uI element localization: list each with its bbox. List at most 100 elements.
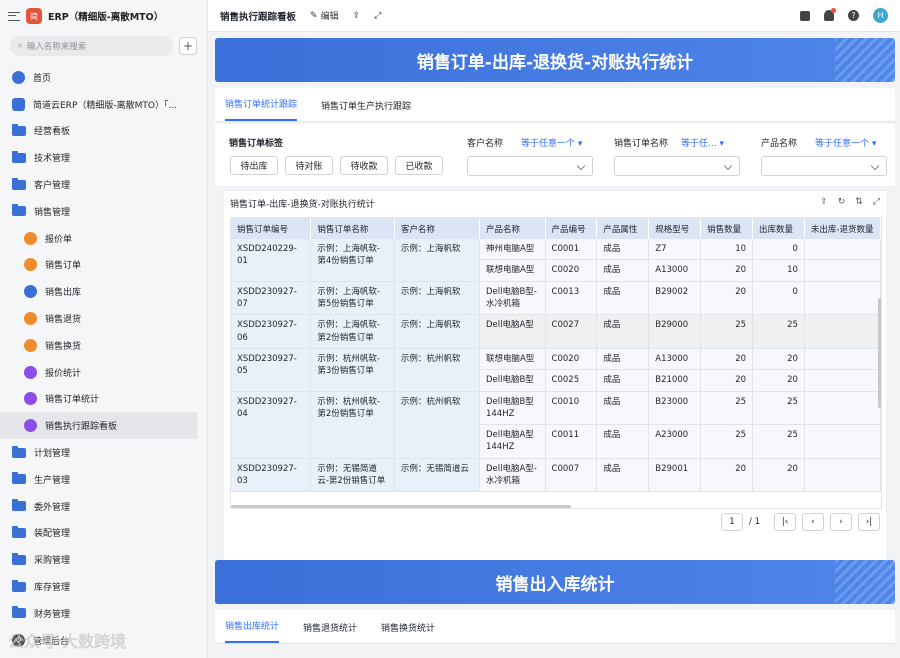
cell-attr: 成品 [596, 348, 650, 371]
page-input[interactable]: 1 [721, 513, 744, 531]
customer-filter-operator[interactable]: 等于任意一个 ▾ [521, 136, 582, 149]
app-title[interactable]: ERP（精细版-离散MTO） [48, 9, 163, 23]
sidebar-item[interactable]: 首页 [0, 64, 207, 91]
page-total: / 1 [749, 517, 760, 527]
table-row[interactable]: XSDD230927-04 示例：杭州帆软-第2份销售订单 示例：杭州帆软 Dell电… [231, 391, 881, 459]
table-row[interactable]: XSDD230927-05 示例：杭州帆软-第3份销售订单 示例：杭州帆软 联想电脑A… [231, 348, 881, 392]
cell-attr: 成品 [596, 281, 650, 316]
prev-page-button[interactable]: ‹ [802, 513, 824, 531]
product-filter-operator[interactable]: 等于任意一个 ▾ [815, 136, 876, 149]
sidebar-item[interactable]: 客户管理 [0, 171, 207, 198]
expand-icon[interactable]: ⤢ [873, 197, 880, 207]
cell-product: Dell电脑B型 144HZ [479, 391, 546, 426]
cell-code: XSDD230927-05 [231, 348, 312, 392]
cell-unshipped-return [804, 369, 881, 392]
avatar[interactable]: H [873, 8, 888, 23]
cell-out: 25 [752, 424, 805, 459]
tag-filter-button[interactable]: 已收款 [395, 156, 443, 175]
tab[interactable]: 销售退货统计 [303, 621, 357, 643]
tag-filter-button[interactable]: 待收款 [340, 156, 388, 175]
horizontal-scrollbar[interactable] [231, 505, 571, 508]
column-header[interactable]: 出库数量 [752, 218, 805, 239]
cell-qty: 20 [700, 369, 754, 392]
refresh-icon[interactable]: ↻ [838, 197, 846, 207]
column-header[interactable]: 产品名称 [479, 218, 546, 239]
app-switch-icon[interactable] [800, 10, 810, 21]
cell-attr: 成品 [596, 424, 650, 459]
sidebar-item[interactable]: 财务管理 [0, 600, 207, 627]
folder-icon [12, 150, 26, 163]
add-button[interactable]: + [179, 37, 197, 55]
sidebar-item[interactable]: 销售订单 [0, 252, 207, 279]
sidebar-item[interactable]: 销售退货 [0, 305, 207, 332]
column-header[interactable]: 销售订单编号 [231, 218, 312, 239]
sidebar-item[interactable]: 简道云ERP（精细版-离散MTO）「... [0, 91, 207, 118]
tabs-stock: 销售出库统计 销售退货统计 销售换货统计 [215, 610, 895, 644]
edit-button[interactable]: ✎ 编辑 [310, 9, 339, 23]
search-icon: ⌕ [18, 41, 23, 51]
sidebar-item[interactable]: 库存管理 [0, 573, 207, 600]
share-icon[interactable]: ⇪ [353, 11, 361, 21]
menu-icon[interactable] [8, 11, 20, 21]
column-header[interactable]: 未出库-退货数量 [804, 218, 881, 239]
cell-name: 示例：上海帆软-第5份销售订单 [310, 281, 395, 316]
sidebar-item[interactable]: 技术管理 [0, 144, 207, 171]
tab[interactable]: 销售出库统计 [225, 619, 280, 643]
sidebar-item[interactable]: 装配管理 [0, 520, 207, 547]
tab[interactable]: 销售订单统计跟踪 [225, 97, 298, 121]
main-content: 销售订单-出库-退换货-对账执行统计 销售订单统计跟踪 销售订单生产执行跟踪 销售… [208, 32, 900, 658]
cell-pcode: C0010 [545, 391, 598, 426]
cell-qty: 10 [700, 239, 754, 261]
folder-icon [12, 177, 26, 190]
export-icon[interactable]: ⇪ [820, 197, 828, 207]
tag-filter-button[interactable]: 待对账 [285, 156, 333, 175]
sidebar-item[interactable]: 销售管理 [0, 198, 207, 225]
chart-icon [24, 392, 37, 406]
column-header[interactable]: 产品编号 [545, 218, 598, 239]
sort-icon[interactable]: ⇅ [855, 197, 863, 207]
sidebar-item[interactable]: 经营看板 [0, 118, 207, 145]
sidebar-item[interactable]: 销售出库 [0, 278, 207, 305]
help-icon[interactable]: ? [848, 10, 859, 21]
vertical-scrollbar[interactable] [878, 298, 881, 408]
cell-pcode: C0027 [545, 314, 598, 349]
table-row[interactable]: XSDD230927-06 示例：上海帆软-第2份销售订单 示例：上海帆软 Dell电… [231, 314, 881, 349]
customer-filter-select[interactable] [467, 156, 593, 176]
section-banner-stock: 销售出入库统计 [215, 560, 895, 604]
sidebar-item[interactable]: 委外管理 [0, 493, 207, 520]
sidebar-item[interactable]: 计划管理 [0, 439, 207, 466]
sidebar-item[interactable]: 销售订单统计 [0, 386, 207, 413]
tag-filter-button[interactable]: 待出库 [230, 156, 278, 175]
table-row[interactable]: XSDD240229-01 示例：上海帆软-第4份销售订单 示例：上海帆软 神州电脑A… [231, 239, 881, 282]
sidebar-item[interactable]: 销售换货 [0, 332, 207, 359]
cell-spec: B29002 [648, 281, 702, 316]
table-row[interactable]: XSDD230927-03 示例：无锡简道云-第2份销售订单 示例：无锡简道云 Del… [231, 458, 881, 493]
order-filter-select[interactable] [614, 156, 740, 176]
sidebar-item[interactable]: 销售执行跟踪看板 [0, 412, 197, 440]
cell-customer: 示例：上海帆软 [394, 281, 480, 316]
order-filter-operator[interactable]: 等于任... ▾ [681, 136, 724, 149]
sidebar-item-label: 财务管理 [34, 609, 71, 620]
last-page-button[interactable]: ›| [858, 513, 880, 531]
next-page-button[interactable]: › [830, 513, 852, 531]
order-filter-label: 销售订单名称 [614, 139, 669, 149]
table-row[interactable]: XSDD230927-07 示例：上海帆软-第5份销售订单 示例：上海帆软 Dell电… [231, 281, 881, 316]
search-input[interactable]: ⌕ 输入名称来搜索 [10, 36, 173, 56]
fullscreen-icon[interactable]: ⤢ [374, 11, 381, 21]
tab[interactable]: 销售订单生产执行跟踪 [321, 99, 411, 121]
sidebar-item-label: 销售换货 [45, 341, 82, 352]
cell-out: 10 [752, 259, 805, 282]
column-header[interactable]: 规格型号 [648, 218, 702, 239]
sidebar-item[interactable]: 生产管理 [0, 466, 207, 493]
sidebar-item[interactable]: 报价单 [0, 225, 207, 252]
notification-icon[interactable] [824, 8, 836, 21]
sidebar-item[interactable]: 采购管理 [0, 546, 207, 573]
tab[interactable]: 销售换货统计 [381, 621, 435, 643]
column-header[interactable]: 客户名称 [394, 218, 480, 239]
product-filter-select[interactable] [761, 156, 887, 176]
column-header[interactable]: 销售订单名称 [310, 218, 395, 239]
first-page-button[interactable]: |‹ [774, 513, 796, 531]
column-header[interactable]: 销售数量 [700, 218, 754, 239]
sidebar-item[interactable]: 报价统计 [0, 359, 207, 386]
column-header[interactable]: 产品属性 [596, 218, 650, 239]
